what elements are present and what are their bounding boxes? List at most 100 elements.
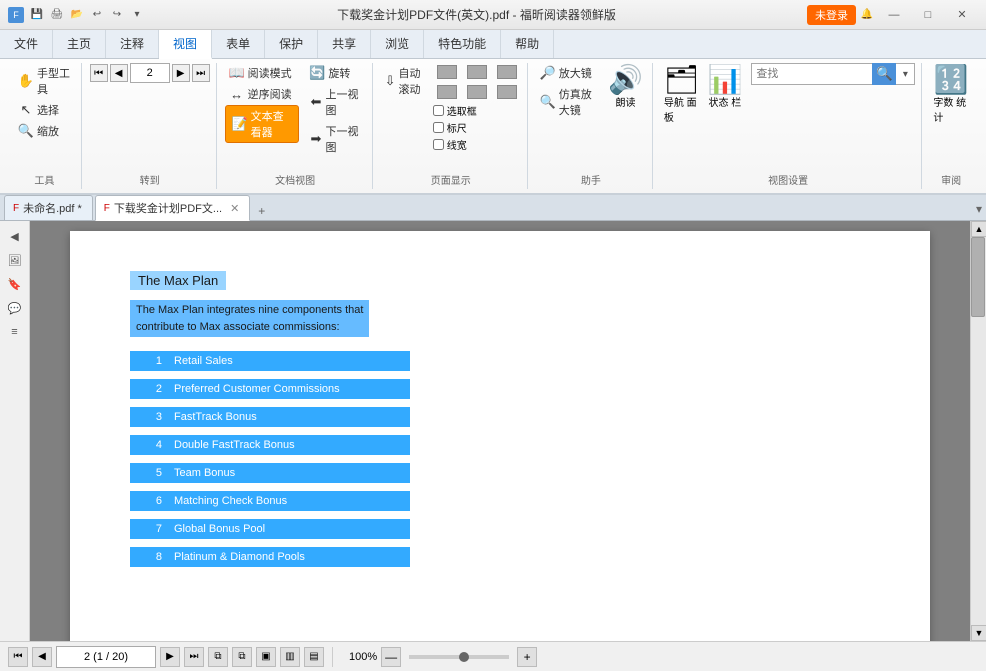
scroll-down-btn[interactable]: ▼ bbox=[971, 625, 986, 641]
maximize-window-btn[interactable]: □ bbox=[912, 4, 944, 26]
layout-btn-4[interactable] bbox=[433, 83, 461, 101]
minimize-window-btn[interactable]: — bbox=[878, 4, 910, 26]
customize-btn[interactable]: ▾ bbox=[128, 6, 146, 24]
word-count-icon: 🔢 bbox=[934, 66, 969, 94]
hand-tool-btn[interactable]: ✋ 手型工具 bbox=[14, 63, 75, 99]
tab-home[interactable]: 主页 bbox=[53, 30, 106, 58]
ribbon-tab-bar: 文件 主页 注释 视图 表单 保护 共享 浏览 特色功能 帮助 bbox=[0, 30, 986, 59]
wireline-check[interactable]: 线宽 bbox=[433, 137, 521, 152]
prev-page-btn[interactable]: ◀ bbox=[110, 64, 128, 82]
select-frame-check[interactable]: 选取框 bbox=[433, 103, 521, 118]
bottom-first-btn[interactable]: ⏮ bbox=[8, 647, 28, 667]
select-btn[interactable]: ↖ 选择 bbox=[14, 100, 75, 120]
zoom-slider[interactable] bbox=[409, 655, 509, 659]
tab-annotation[interactable]: 注释 bbox=[106, 30, 159, 58]
tab-protect[interactable]: 保护 bbox=[265, 30, 318, 58]
undo-btn[interactable]: ↩ bbox=[88, 6, 106, 24]
separator-1 bbox=[332, 647, 333, 667]
read-mode-btn[interactable]: 📖 阅读模式 bbox=[225, 63, 300, 83]
group-review: 🔢 字数 统计 审阅 bbox=[924, 63, 978, 189]
close-window-btn[interactable]: ✕ bbox=[946, 4, 978, 26]
layout-btn-1[interactable] bbox=[433, 63, 461, 81]
copy-page-btn[interactable]: ⧉ bbox=[208, 647, 228, 667]
layout-btn-5[interactable] bbox=[463, 83, 491, 101]
first-page-btn[interactable]: ⏮ bbox=[90, 64, 108, 82]
layout-scroll-btn[interactable]: ▤ bbox=[304, 647, 324, 667]
tab-browse[interactable]: 浏览 bbox=[371, 30, 424, 58]
add-tab-btn[interactable]: + bbox=[252, 202, 271, 220]
search-button[interactable]: 🔍 bbox=[872, 63, 896, 85]
layers-btn[interactable]: ≡ bbox=[4, 321, 26, 343]
tab-view[interactable]: 视图 bbox=[159, 30, 212, 59]
bookmark-btn[interactable]: 🔖 bbox=[4, 273, 26, 295]
tab-close-btn[interactable]: ✕ bbox=[230, 202, 239, 215]
navigation-panel-btn[interactable]: 🗂 导航 面板 bbox=[661, 63, 703, 127]
search-options-btn[interactable]: ▾ bbox=[896, 65, 914, 83]
tab-form[interactable]: 表单 bbox=[212, 30, 265, 58]
tab-features[interactable]: 特色功能 bbox=[424, 30, 501, 58]
open-btn[interactable]: 📂 bbox=[68, 6, 86, 24]
title-bar: F 💾 🖨 📂 ↩ ↪ ▾ 下载奖金计划PDF文件(英文).pdf - 福昕阅读… bbox=[0, 0, 986, 30]
status-bar-btn[interactable]: 📊 状态 栏 bbox=[704, 63, 745, 112]
text-reader-btn[interactable]: 📝 文本查看器 bbox=[225, 105, 300, 143]
prev-view-btn[interactable]: ⬅ 上一视图 bbox=[305, 84, 365, 120]
title-bar-left: F 💾 🖨 📂 ↩ ↪ ▾ bbox=[8, 6, 146, 24]
status-bar-icon: 📊 bbox=[707, 66, 742, 94]
layout-btn-2[interactable] bbox=[463, 63, 491, 81]
doc-tab-1[interactable]: F 下载奖金计划PDF文... ✕ bbox=[95, 195, 251, 221]
login-button[interactable]: 未登录 bbox=[807, 5, 856, 25]
voice-btn[interactable]: 🔊 朗读 bbox=[605, 63, 646, 112]
zoom-btn[interactable]: 🔍 缩放 bbox=[14, 121, 75, 141]
text-reader-icon: 📝 bbox=[232, 116, 248, 132]
save-btn[interactable]: 💾 bbox=[28, 6, 46, 24]
zoom-slider-thumb[interactable] bbox=[459, 652, 469, 662]
last-page-btn[interactable]: ⏭ bbox=[192, 64, 210, 82]
zoom-icon: 🔍 bbox=[18, 123, 34, 139]
bottom-prev-btn[interactable]: ◀ bbox=[32, 647, 52, 667]
auto-scroll-btn[interactable]: ⇩ 自动 滚动 bbox=[381, 63, 431, 99]
paste-page-btn[interactable]: ⧉ bbox=[232, 647, 252, 667]
redo-btn[interactable]: ↪ bbox=[108, 6, 126, 24]
minimize-btn[interactable]: 🔔 bbox=[858, 6, 876, 24]
voice-icon: 🔊 bbox=[608, 66, 643, 94]
ruler-check[interactable]: 标尺 bbox=[433, 120, 521, 135]
main-area: ◀ 🖼 🔖 💬 ≡ The Max Plan The Max Plan inte… bbox=[0, 221, 986, 641]
word-count-btn[interactable]: 🔢 字数 统计 bbox=[930, 63, 972, 127]
tab-icon-0: F bbox=[13, 203, 19, 214]
thumbnail-btn[interactable]: 🖼 bbox=[4, 249, 26, 271]
scroll-thumb[interactable] bbox=[971, 237, 985, 317]
pdf-item-3: 3 FastTrack Bonus bbox=[130, 407, 410, 427]
rotate-btn[interactable]: 🔄 旋转 bbox=[305, 63, 365, 83]
group-docview-label: 文档视图 bbox=[219, 172, 372, 187]
group-review-content: 🔢 字数 统计 bbox=[930, 63, 972, 189]
magnifier-btn[interactable]: 🔎 放大镜 bbox=[536, 63, 599, 83]
tab-help[interactable]: 帮助 bbox=[501, 30, 554, 58]
tab-file[interactable]: 文件 bbox=[0, 30, 53, 58]
ribbon-content: ✋ 手型工具 ↖ 选择 🔍 缩放 工具 bbox=[0, 59, 986, 193]
tabs-dropdown-btn[interactable]: ▾ bbox=[976, 202, 982, 216]
annotation-panel-btn[interactable]: 💬 bbox=[4, 297, 26, 319]
reverse-read-btn[interactable]: ↔ 逆序阅读 bbox=[225, 84, 300, 104]
next-page-btn[interactable]: ▶ bbox=[172, 64, 190, 82]
group-goto-content: ⏮ ◀ 2 ▶ ⏭ bbox=[90, 63, 210, 189]
fake-magnifier-btn[interactable]: 🔍 仿真放大镜 bbox=[536, 84, 599, 120]
next-view-btn[interactable]: ➡ 下一视图 bbox=[305, 121, 365, 157]
layout-double-btn[interactable]: ▥ bbox=[280, 647, 300, 667]
layout-btn-6[interactable] bbox=[493, 83, 521, 101]
print-btn[interactable]: 🖨 bbox=[48, 6, 66, 24]
layout-single-btn[interactable]: ▣ bbox=[256, 647, 276, 667]
page-display-input[interactable]: 2 (1 / 20) bbox=[56, 646, 156, 668]
page-number-input[interactable]: 2 bbox=[130, 63, 170, 83]
tab-share[interactable]: 共享 bbox=[318, 30, 371, 58]
zoom-out-btn[interactable]: — bbox=[381, 647, 401, 667]
bottom-last-btn[interactable]: ⏭ bbox=[184, 647, 204, 667]
search-input[interactable] bbox=[752, 66, 872, 82]
navigation-icon: 🗂 bbox=[664, 66, 700, 94]
left-nav-arrow[interactable]: ◀ bbox=[4, 225, 26, 247]
scroll-up-btn[interactable]: ▲ bbox=[971, 221, 986, 237]
zoom-in-btn[interactable]: + bbox=[517, 647, 537, 667]
doc-tab-0[interactable]: F 未命名.pdf * bbox=[4, 195, 93, 220]
rotate-icon: 🔄 bbox=[309, 65, 325, 81]
bottom-next-btn[interactable]: ▶ bbox=[160, 647, 180, 667]
layout-btn-3[interactable] bbox=[493, 63, 521, 81]
